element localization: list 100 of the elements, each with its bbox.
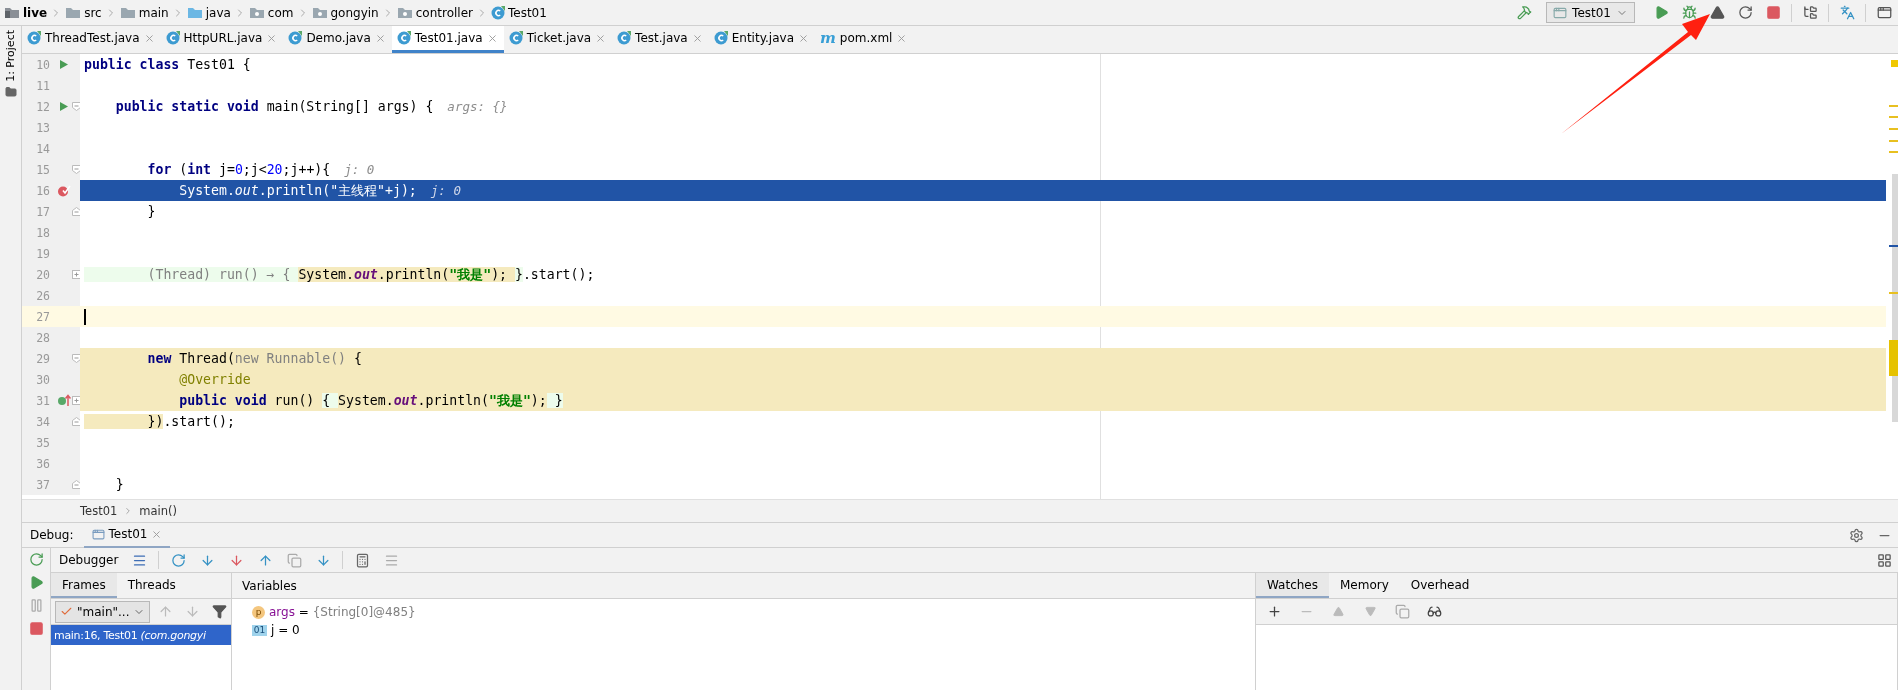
line-number: 13 xyxy=(35,120,50,135)
class-icon xyxy=(165,31,180,45)
editor-tab[interactable]: m pom.xml xyxy=(815,26,914,53)
down-icon[interactable] xyxy=(185,604,201,619)
stop-icon[interactable] xyxy=(28,621,44,636)
debug-session-tab[interactable]: Test01 xyxy=(83,522,171,548)
add-icon[interactable] xyxy=(1266,604,1282,619)
line-number: 35 xyxy=(35,435,50,450)
step-out-icon[interactable] xyxy=(257,552,273,568)
editor-tab[interactable]: Test01.java xyxy=(391,26,504,53)
editor-tab[interactable]: Ticket.java xyxy=(503,26,613,53)
thread-dropdown[interactable]: "main"... xyxy=(55,600,151,623)
close-icon[interactable] xyxy=(151,528,163,540)
calculator-icon[interactable] xyxy=(354,552,370,568)
copy-icon[interactable] xyxy=(1394,604,1410,619)
hammer-icon[interactable] xyxy=(1516,5,1532,20)
code-line: } xyxy=(114,477,124,492)
expand-icon[interactable] xyxy=(72,396,80,405)
editor-tab[interactable]: Demo.java xyxy=(283,26,392,53)
editor-tab[interactable]: Entity.java xyxy=(708,26,815,53)
breadcrumb-item[interactable]: main xyxy=(119,5,169,20)
close-icon[interactable] xyxy=(691,32,703,44)
fold-icon[interactable] xyxy=(72,417,80,426)
editor-tab[interactable]: HttpURL.java xyxy=(160,26,284,53)
force-step-into-icon[interactable] xyxy=(228,552,244,568)
panel-title: Debug: xyxy=(30,528,74,542)
breadcrumb-item[interactable]: src xyxy=(65,5,102,20)
filter-icon[interactable] xyxy=(212,604,228,619)
text-cursor xyxy=(84,308,86,325)
line-number: 36 xyxy=(35,456,50,471)
variable-row[interactable]: 01 j = 0 xyxy=(232,621,1255,639)
fold-icon[interactable] xyxy=(72,207,80,216)
move-up-icon[interactable] xyxy=(1332,606,1344,617)
stop-icon[interactable] xyxy=(1765,5,1781,20)
close-icon[interactable] xyxy=(266,32,278,44)
editor-tab[interactable]: ThreadTest.java xyxy=(22,26,161,53)
package-icon xyxy=(311,6,328,19)
close-icon[interactable] xyxy=(896,32,908,44)
debug-icon[interactable] xyxy=(1681,5,1697,20)
editor-tab[interactable]: Test.java xyxy=(612,26,709,53)
breadcrumb-item[interactable]: main() xyxy=(139,504,177,518)
settings-icon[interactable] xyxy=(1848,527,1864,543)
step-into-icon[interactable] xyxy=(199,552,215,568)
folder-icon xyxy=(4,6,20,19)
override-icon[interactable] xyxy=(57,394,71,407)
code-line: for (int j=0;j<20;j++){ xyxy=(146,162,331,177)
panel-tab[interactable]: Overhead xyxy=(1399,573,1481,598)
line-number: 18 xyxy=(35,225,50,240)
code-line: }).start(); xyxy=(84,414,235,429)
breadcrumb-item[interactable]: Test01 xyxy=(491,5,547,20)
run-config-dropdown[interactable]: Test01 xyxy=(1546,2,1635,23)
fold-icon[interactable] xyxy=(72,165,80,174)
up-icon[interactable] xyxy=(158,604,174,619)
debugger-tab[interactable]: Debugger xyxy=(59,553,119,567)
class-icon xyxy=(288,31,303,45)
code-line: @Override xyxy=(178,372,251,387)
pause-icon[interactable] xyxy=(28,598,44,613)
run-icon[interactable] xyxy=(59,101,69,112)
rerun-icon[interactable] xyxy=(28,552,44,567)
fold-icon[interactable] xyxy=(72,480,80,489)
translate-icon[interactable] xyxy=(1839,5,1855,20)
window-icon xyxy=(91,527,105,541)
trace-icon[interactable] xyxy=(383,552,399,568)
package-icon xyxy=(396,6,413,19)
line-number: 34 xyxy=(35,414,50,429)
run-icon[interactable] xyxy=(1653,5,1669,20)
glasses-icon[interactable] xyxy=(1426,604,1442,619)
line-number: 29 xyxy=(35,351,50,366)
run-icon[interactable] xyxy=(59,59,69,70)
variable-row[interactable]: p args = {String[0]@485} xyxy=(232,603,1255,621)
breakpoint-icon[interactable] xyxy=(57,184,71,197)
breadcrumb-item[interactable]: live xyxy=(4,5,48,20)
breadcrumb-item[interactable]: Test01 xyxy=(80,504,118,518)
close-icon[interactable] xyxy=(595,32,607,44)
run-to-cursor-icon[interactable] xyxy=(315,552,331,568)
fold-icon[interactable] xyxy=(72,354,80,363)
project-structure-icon[interactable] xyxy=(1802,5,1818,20)
layout-icon[interactable] xyxy=(1876,552,1892,568)
panel-tab[interactable]: Watches xyxy=(1256,573,1329,598)
panel-tab[interactable]: Memory xyxy=(1329,573,1400,598)
close-icon[interactable] xyxy=(798,32,809,44)
package-icon xyxy=(248,6,265,19)
panel-tab[interactable]: Threads xyxy=(116,573,187,598)
line-number: 37 xyxy=(35,477,50,492)
close-icon[interactable] xyxy=(143,32,155,44)
panel-tab[interactable]: Frames xyxy=(51,573,117,598)
breadcrumb-item[interactable]: controller xyxy=(396,5,473,20)
close-icon[interactable] xyxy=(486,32,498,44)
frame-item[interactable]: main:16, Test01 (com.gongyi xyxy=(51,625,231,645)
project-tool-tab[interactable]: 1: Project xyxy=(4,30,17,82)
menu-icon[interactable] xyxy=(131,552,147,568)
move-down-icon[interactable] xyxy=(1364,606,1376,617)
breadcrumb-item[interactable]: java xyxy=(186,5,231,20)
close-icon[interactable] xyxy=(374,32,386,44)
window-icon[interactable] xyxy=(1876,5,1892,20)
fold-icon[interactable] xyxy=(72,102,80,111)
breadcrumb-item[interactable]: com xyxy=(248,5,294,20)
expand-icon[interactable] xyxy=(72,270,80,279)
breadcrumb-item[interactable]: gongyin xyxy=(311,5,379,20)
resume-icon[interactable] xyxy=(28,575,44,590)
